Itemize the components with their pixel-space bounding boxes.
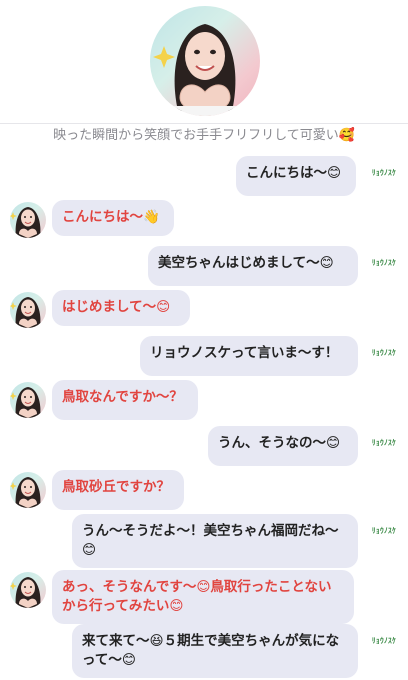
sender-name-tag: ﾘｮｳﾉｽｹ (371, 168, 397, 177)
profile-header (0, 0, 408, 124)
sent-message-bubble[interactable]: うん、そうなの〜😊 (208, 426, 358, 466)
sender-name-tag: ﾘｮｳﾉｽｹ (371, 526, 397, 535)
received-message-bubble[interactable]: はじめまして〜😊 (52, 290, 190, 326)
received-message-bubble[interactable]: あっ、そうなんです〜😊鳥取行ったことないから行ってみたい😊 (52, 570, 354, 624)
sent-message-bubble[interactable]: 来て来て〜😆５期生で美空ちゃんが気になって〜😊 (72, 624, 358, 678)
sender-name-tag: ﾘｮｳﾉｽｹ (371, 348, 397, 357)
sent-message-bubble[interactable]: 美空ちゃんはじめまして〜😊 (148, 246, 358, 286)
sent-message-bubble[interactable]: こんにちは〜😊 (236, 156, 356, 196)
sender-avatar[interactable] (10, 572, 46, 608)
sender-name-tag: ﾘｮｳﾉｽｹ (371, 258, 397, 267)
received-message-bubble[interactable]: 鳥取なんですか〜？ (52, 380, 198, 420)
sender-avatar[interactable] (10, 382, 46, 418)
received-message-bubble[interactable]: こんにちは〜👋 (52, 200, 174, 236)
sender-avatar[interactable] (10, 292, 46, 328)
profile-avatar[interactable] (150, 6, 260, 116)
sent-message-bubble[interactable]: うん〜そうだよ〜！美空ちゃん福岡だね〜😊 (72, 514, 358, 568)
post-caption: 映った瞬間から笑顔でお手手フリフリして可愛い🥰 (53, 128, 355, 143)
sender-name-tag: ﾘｮｳﾉｽｹ (371, 636, 397, 645)
sender-name-tag: ﾘｮｳﾉｽｹ (371, 438, 397, 447)
sent-message-bubble[interactable]: リョウノスケって言いま〜す！ (140, 336, 358, 376)
sender-avatar[interactable] (10, 472, 46, 508)
sender-avatar[interactable] (10, 202, 46, 238)
received-message-bubble[interactable]: 鳥取砂丘ですか？ (52, 470, 184, 510)
